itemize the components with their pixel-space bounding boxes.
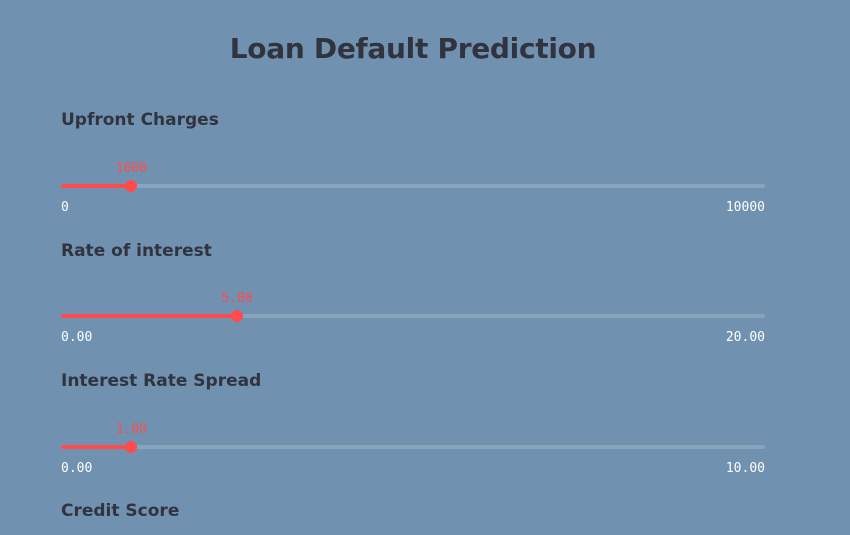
slider-thumb[interactable]	[125, 180, 138, 192]
slider-min-label: 0.00	[61, 330, 93, 345]
slider-fill	[61, 314, 237, 318]
rate-of-interest-label: Rate of interest	[61, 241, 212, 261]
slider-value: 1.00	[115, 422, 148, 437]
slider-max-label: 10000	[725, 200, 765, 215]
slider-track[interactable]	[61, 184, 765, 188]
rate-of-interest-slider[interactable]: 5.00 0.00 20.00	[61, 286, 765, 346]
slider-fill	[61, 184, 132, 188]
slider-value: 1000	[115, 161, 148, 176]
page-title: Loan Default Prediction	[229, 32, 597, 65]
interest-rate-spread-slider[interactable]: 1.00 0.00 10.00	[61, 417, 765, 477]
upfront-charges-label: Upfront Charges	[61, 110, 219, 130]
slider-min-label: 0	[61, 200, 69, 215]
slider-value: 5.00	[221, 291, 253, 306]
slider-min-label: 0.00	[61, 461, 93, 476]
credit-score-label: Credit Score	[61, 501, 180, 521]
slider-thumb[interactable]	[125, 441, 138, 453]
slider-track[interactable]	[61, 314, 765, 318]
slider-max-label: 10.00	[725, 461, 765, 476]
upfront-charges-slider[interactable]: 1000 0 10000	[61, 156, 765, 216]
slider-track[interactable]	[61, 445, 765, 449]
slider-thumb[interactable]	[231, 310, 243, 322]
interest-rate-spread-label: Interest Rate Spread	[61, 371, 262, 391]
slider-fill	[61, 445, 132, 449]
slider-max-label: 20.00	[725, 330, 765, 345]
